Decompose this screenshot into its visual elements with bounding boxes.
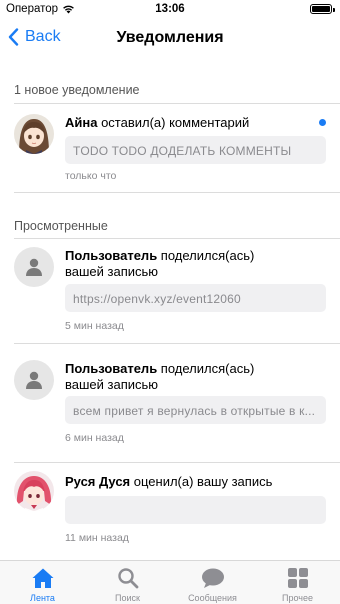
notifications-list[interactable]: 1 новое уведомление Айна оставил(а) комм… — [0, 68, 340, 560]
notification-user[interactable]: Пользователь — [65, 361, 157, 376]
battery-icon — [310, 4, 335, 14]
tab-label: Прочее — [282, 593, 313, 603]
section-header-new: 1 новое уведомление — [14, 83, 140, 97]
tab-messages[interactable]: Сообщения — [170, 561, 255, 604]
search-icon — [116, 566, 140, 590]
anime-girl-avatar — [14, 114, 54, 154]
divider — [14, 192, 340, 193]
notification-user[interactable]: Пользователь — [65, 248, 157, 263]
notification-text: Пользователь поделился(ась) вашей запись… — [65, 248, 265, 280]
tab-label: Сообщения — [188, 593, 237, 603]
notification-user[interactable]: Айна — [65, 115, 97, 130]
notification-time: 6 мин назад — [65, 432, 124, 444]
status-bar: Оператор 13:06 — [0, 0, 340, 20]
grid-icon — [286, 566, 310, 590]
notification-time: 11 мин назад — [65, 532, 129, 544]
unread-indicator — [319, 119, 326, 126]
notification-action: оставил(а) комментарий — [97, 115, 250, 130]
person-icon — [26, 371, 42, 389]
navigation-bar: Back Уведомления — [0, 20, 340, 60]
notification-item[interactable]: Руся Дуся оценил(а) вашу запись 11 мин н… — [0, 463, 340, 560]
tab-feed[interactable]: Лента — [0, 561, 85, 604]
tab-bar: Лента Поиск Сообщения Прочее — [0, 560, 340, 604]
avatar[interactable] — [14, 471, 54, 511]
person-icon — [26, 258, 42, 276]
tab-label: Лента — [30, 593, 55, 603]
avatar[interactable] — [14, 360, 54, 400]
tab-label: Поиск — [115, 593, 140, 603]
notification-time: 5 мин назад — [65, 320, 124, 332]
notification-item[interactable]: Айна оставил(а) комментарий TODO TODO ДО… — [0, 104, 340, 192]
avatar[interactable] — [14, 247, 54, 287]
clock: 13:06 — [155, 3, 185, 15]
tab-search[interactable]: Поиск — [85, 561, 170, 604]
notification-quote[interactable]: всем привет я вернулась в открытые в к..… — [65, 396, 326, 424]
notification-item[interactable]: Пользователь поделился(ась) вашей запись… — [0, 344, 340, 462]
notification-time: только что — [65, 170, 117, 182]
notification-text: Пользователь поделился(ась) вашей запись… — [65, 361, 265, 393]
avatar[interactable] — [14, 114, 54, 154]
pink-hair-girl-avatar — [14, 471, 54, 511]
notification-quote[interactable] — [65, 496, 326, 524]
notification-text: Айна оставил(а) комментарий — [65, 115, 315, 131]
chat-bubble-icon — [201, 566, 225, 590]
page-title: Уведомления — [116, 29, 224, 46]
notification-action: оценил(а) вашу запись — [130, 474, 273, 489]
notification-user[interactable]: Руся Дуся — [65, 474, 130, 489]
notification-item[interactable]: Пользователь поделился(ась) вашей запись… — [0, 239, 340, 343]
tab-more[interactable]: Прочее — [255, 561, 340, 604]
notification-text: Руся Дуся оценил(а) вашу запись — [65, 474, 315, 490]
section-header-viewed: Просмотренные — [14, 219, 108, 233]
home-icon — [31, 566, 55, 590]
notification-quote[interactable]: https://openvk.xyz/event12060 — [65, 284, 326, 312]
notification-quote[interactable]: TODO TODO ДОДЕЛАТЬ КОММЕНТЫ — [65, 136, 326, 164]
